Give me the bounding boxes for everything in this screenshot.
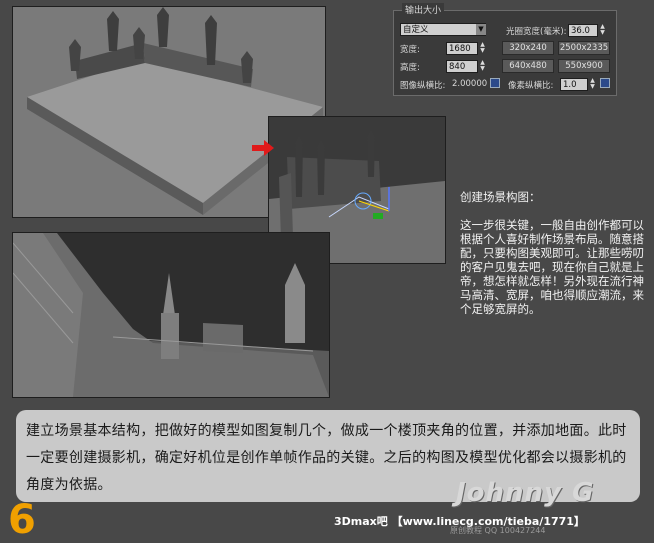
description-block: 创建场景构图： 这一步很关键，一般自由创作都可以根据个人喜好制作场景布局。随意搭… [460,190,650,316]
arrow-right-icon [252,140,274,156]
width-spinner-icon[interactable]: ▲ ▼ [479,42,486,55]
wide-facade-render [13,233,329,397]
pixel-aspect-label: 像素纵横比: [508,81,554,91]
preset-select[interactable]: 自定义 [400,23,486,36]
height-label: 高度: [400,63,420,73]
description-body: 这一步很关键，一般自由创作都可以根据个人喜好制作场景布局。随意搭配，只要构图美观… [460,218,644,316]
preset-button-2[interactable]: 2500x2335 [558,41,610,55]
height-value: 840 [449,62,466,72]
aperture-field[interactable]: 36.0 [568,24,598,37]
faint-watermark-text: 原创教程 QQ 100427244 [450,526,546,535]
watermark-logo: Johnny G [456,478,595,508]
width-field[interactable]: 1680 [446,42,478,55]
width-label: 宽度: [400,45,420,55]
aperture-value: 36.0 [571,26,590,36]
image-aspect-label: 图像纵横比: [400,81,446,91]
aperture-label: 光圈宽度(毫米): [506,27,567,37]
viewport-wide-render [12,232,330,398]
preset-button-4[interactable]: 550x900 [558,59,610,73]
step-number: 6 [8,497,36,543]
output-size-panel: 输出大小 自定义 ▼ 光圈宽度(毫米): 36.0 ▲ ▼ 宽度: 1680 ▲ ▼… [393,3,617,96]
output-size-title: 输出大小 [402,3,445,16]
pixel-aspect-field[interactable]: 1.0 [560,78,588,91]
aperture-spinner-icon[interactable]: ▲ ▼ [599,24,606,37]
image-aspect-lock-icon[interactable] [490,78,500,88]
image-aspect-value: 2.00000 [452,79,488,89]
pixel-aspect-lock-icon[interactable] [600,78,610,88]
description-heading: 创建场景构图： [460,190,541,204]
pixel-aspect-spinner-icon[interactable]: ▲ ▼ [589,78,596,91]
height-spinner-icon[interactable]: ▲ ▼ [479,60,486,73]
height-field[interactable]: 840 [446,60,478,73]
width-value: 1680 [449,44,471,54]
preset-button-3[interactable]: 640x480 [502,59,554,73]
preset-value: 自定义 [403,25,429,35]
pixel-aspect-value: 1.0 [563,80,577,90]
preset-button-1[interactable]: 320x240 [502,41,554,55]
chevron-down-icon[interactable]: ▼ [476,24,486,35]
